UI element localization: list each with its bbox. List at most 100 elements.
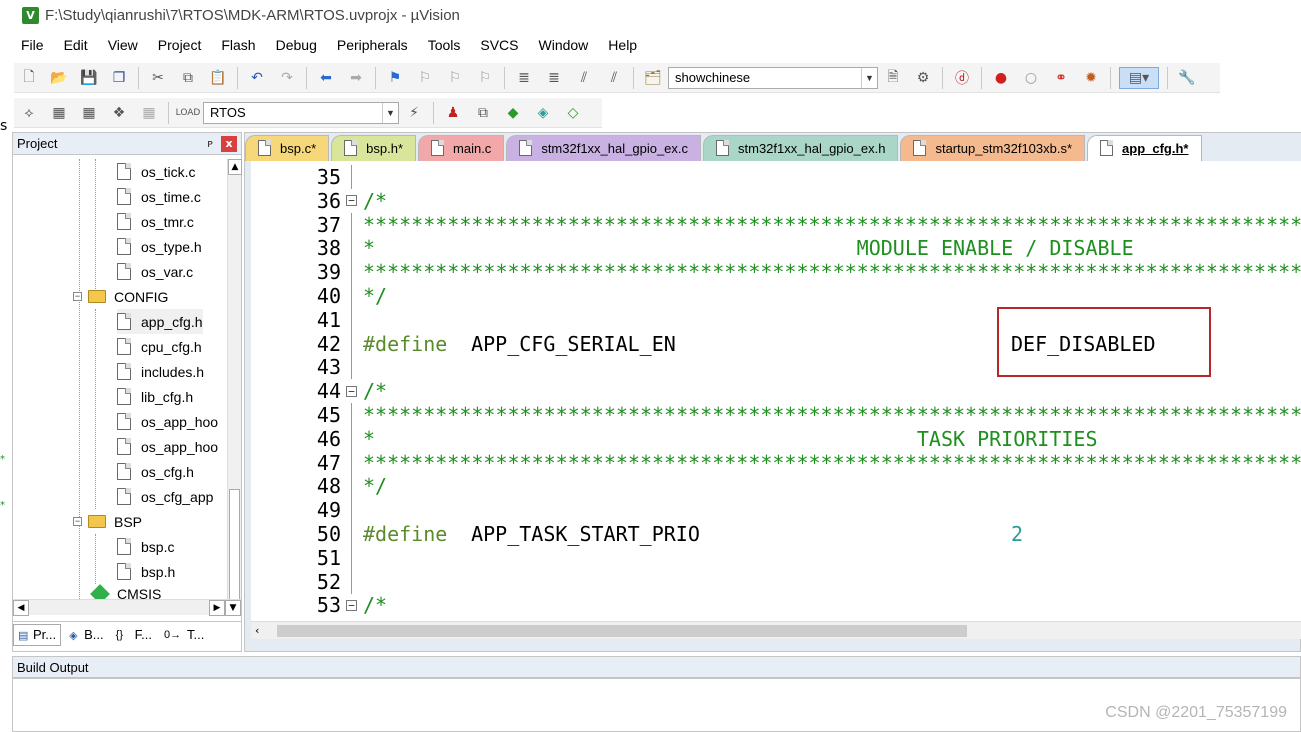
tab-functions[interactable]: {} F... [112,624,156,646]
scroll-right-icon[interactable]: ▶ [209,600,225,616]
menu-help[interactable]: Help [597,37,646,53]
select-packs-icon[interactable]: ◆ [502,102,524,124]
manage-project-items-icon[interactable]: ♟ [442,102,464,124]
cut-icon[interactable]: ✂ [147,67,169,89]
tree-file[interactable]: os_tick.c [117,159,195,184]
translate-icon[interactable]: ⟡ [18,102,40,124]
tab-file[interactable]: main.c [418,135,505,161]
stop-build-icon[interactable]: ▦ [138,102,160,124]
paste-icon[interactable]: 📋 [207,67,229,89]
redo-icon[interactable]: ↷ [276,67,298,89]
tree-file[interactable]: os_tmr.c [117,209,194,234]
tab-file[interactable]: app_cfg.h* [1087,135,1202,161]
batch-build-icon[interactable]: ❖ [108,102,130,124]
undo-icon[interactable]: ↶ [246,67,268,89]
project-tree-hscroll[interactable]: ◀ ▶ ▼ [13,599,241,616]
tab-file[interactable]: bsp.h* [331,135,417,161]
target-options-icon[interactable]: ⚡ [403,102,425,124]
fold-collapse-icon[interactable]: − [346,195,357,207]
fold-collapse-icon[interactable]: − [346,385,357,397]
menu-debug[interactable]: Debug [265,37,326,53]
find-in-files-icon[interactable]: 🗂 [642,67,664,89]
tab-file[interactable]: bsp.c* [245,135,330,161]
tab-templates[interactable]: 0→ T... [160,624,208,646]
tree-file[interactable]: includes.h [117,359,204,384]
menu-tools[interactable]: Tools [417,37,470,53]
uncomment-icon[interactable]: ⫽ [603,67,625,89]
tree-file[interactable]: os_type.h [117,234,202,259]
scroll-down-icon[interactable]: ▼ [225,600,241,616]
tab-file[interactable]: stm32f1xx_hal_gpio_ex.h [703,135,899,161]
find-combo[interactable]: showchinese ▼ [668,66,878,89]
disable-all-breakpoints-icon[interactable]: ⚭ [1050,67,1072,89]
project-tree-vscroll[interactable]: ▲ [227,159,242,607]
save-icon[interactable]: 💾 [78,67,100,89]
tree-file[interactable]: os_app_hoo [117,434,218,459]
configure-icon[interactable]: 🔧 [1176,67,1198,89]
collapse-icon[interactable]: − [73,517,82,526]
event-recorder-icon[interactable]: ◇ [562,102,584,124]
manage-run-time-env-icon[interactable]: ⧉ [472,102,494,124]
tree-group-cmsis[interactable]: CMSIS [89,581,161,599]
chevron-down-icon[interactable]: ▼ [382,102,398,123]
scroll-left-icon[interactable]: ◀ [13,600,29,616]
editor-hscroll[interactable]: ‹ [251,621,1301,639]
disable-breakpoint-icon[interactable]: ○ [1020,67,1042,89]
tree-folder-config[interactable]: − CONFIG [73,284,168,309]
fold-collapse-icon[interactable]: − [346,599,357,611]
target-combo[interactable]: RTOS ▼ [203,101,399,124]
collapse-icon[interactable]: − [73,292,82,301]
rebuild-icon[interactable]: ▦ [78,102,100,124]
tree-folder-bsp[interactable]: − BSP [73,509,142,534]
new-file-icon[interactable]: 🗋 [18,67,40,89]
debug-settings-icon[interactable]: ⚙ [912,67,934,89]
scroll-up-icon[interactable]: ▲ [228,159,242,175]
prev-bookmark-icon[interactable]: ⚐ [414,67,436,89]
pin-icon[interactable]: ᴘ [207,137,213,150]
scroll-thumb[interactable] [229,489,240,605]
tab-file[interactable]: startup_stm32f103xb.s* [900,135,1086,161]
insert-breakpoint-icon[interactable]: ● [990,67,1012,89]
bookmark-icon[interactable]: ⚑ [384,67,406,89]
menu-window[interactable]: Window [528,37,598,53]
navigate-back-icon[interactable]: ⬅ [315,67,337,89]
menu-file[interactable]: File [10,37,53,53]
start-debug-icon[interactable]: ⓓ [951,67,973,89]
indent-icon[interactable]: ≣ [513,67,535,89]
tree-file[interactable]: os_app_hoo [117,409,218,434]
open-folder-icon[interactable]: 📂 [48,67,70,89]
scroll-left-icon[interactable]: ‹ [255,624,269,638]
menu-svcs[interactable]: SVCS [469,37,527,53]
tab-books[interactable]: ◈ B... [65,624,108,646]
close-icon[interactable]: x [221,135,237,152]
copy-icon[interactable]: ⧉ [177,67,199,89]
tree-file-selected[interactable]: app_cfg.h [117,309,203,334]
incremental-find-icon[interactable]: 🗎 [882,67,904,89]
download-load-icon[interactable]: LOAD [176,102,201,124]
scroll-thumb[interactable] [277,625,967,637]
build-icon[interactable]: ▦ [48,102,70,124]
pack-installer-icon[interactable]: ◈ [532,102,554,124]
tree-file[interactable]: bsp.c [117,534,174,559]
menu-peripherals[interactable]: Peripherals [326,37,417,53]
tree-file[interactable]: os_var.c [117,259,193,284]
tree-file[interactable]: cpu_cfg.h [117,334,202,359]
code-area[interactable]: 35 36−/* 37 *******************************… [251,161,1301,621]
tab-project[interactable]: ▤ Pr... [13,623,62,646]
clear-bookmarks-icon[interactable]: ⚐ [474,67,496,89]
window-layout-icon[interactable]: ▤▾ [1119,66,1159,89]
navigate-forward-icon[interactable]: ➡ [345,67,367,89]
tab-file[interactable]: stm32f1xx_hal_gpio_ex.c [506,135,702,161]
next-bookmark-icon[interactable]: ⚐ [444,67,466,89]
tree-file[interactable]: os_time.c [117,184,201,209]
unindent-icon[interactable]: ≣ [543,67,565,89]
tree-file[interactable]: os_cfg_app [117,484,213,509]
menu-view[interactable]: View [97,37,147,53]
menu-flash[interactable]: Flash [210,37,264,53]
chevron-down-icon[interactable]: ▼ [861,67,877,88]
menu-edit[interactable]: Edit [53,37,97,53]
save-all-icon[interactable]: ❐ [108,67,130,89]
menu-project[interactable]: Project [147,37,211,53]
kill-breakpoints-icon[interactable]: ✹ [1080,67,1102,89]
comment-icon[interactable]: ⫽ [573,67,595,89]
